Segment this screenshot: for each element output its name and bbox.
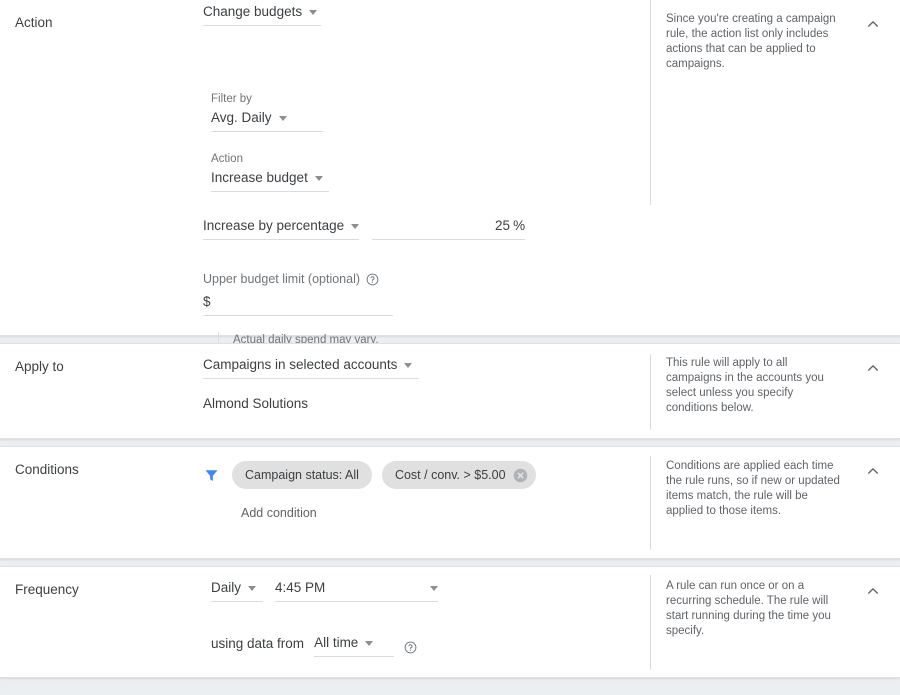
filter-by-label: Filter by <box>211 93 252 105</box>
apply-to-scope-value: Campaigns in selected accounts <box>203 357 398 372</box>
using-data-from-help[interactable] <box>404 641 417 657</box>
amount-row: Increase by percentage 25% <box>203 217 650 240</box>
amount-value-input[interactable]: 25% <box>372 217 526 240</box>
condition-chip-row: Campaign status: All Cost / conv. > $5.0… <box>203 461 650 489</box>
using-data-from-value: All time <box>314 635 359 650</box>
collapse-frequency-button[interactable] <box>862 580 884 602</box>
upper-budget-limit-input[interactable]: $ <box>203 293 393 316</box>
action-type-value: Increase budget <box>211 170 308 185</box>
upper-budget-limit-label: Upper budget limit (optional) <box>203 271 650 287</box>
action-type-select[interactable]: Increase budget <box>211 169 329 192</box>
chevron-down-icon <box>365 641 374 646</box>
chevron-down-icon <box>430 586 438 591</box>
section-action: Action Change budgets Filter by Avg. Dai… <box>0 0 900 349</box>
filter-by-select[interactable]: Avg. Daily <box>211 109 323 132</box>
chevron-down-icon <box>248 586 257 591</box>
remove-circle-icon[interactable] <box>512 467 529 484</box>
collapse-action-button[interactable] <box>862 13 884 35</box>
chevron-up-icon <box>868 588 878 594</box>
selected-account: Almond Solutions <box>203 396 309 411</box>
apply-to-help-text: This rule will apply to all campaigns in… <box>666 357 824 414</box>
chevron-down-icon <box>278 116 287 121</box>
help-circle-icon[interactable] <box>366 273 379 286</box>
collapse-conditions-button[interactable] <box>862 460 884 482</box>
amount-value-unit: % <box>513 218 526 233</box>
frequency-body: Daily 4:45 PM using data from All time <box>203 567 650 678</box>
using-data-from-label: using data from <box>211 636 305 651</box>
section-label-conditions: Conditions <box>15 462 79 477</box>
section-apply-to: Apply to Campaigns in selected accounts … <box>0 343 900 439</box>
apply-to-body: Campaigns in selected accounts Almond So… <box>203 344 650 439</box>
frequency-interval-value: Daily <box>211 580 242 595</box>
conditions-body: Campaign status: All Cost / conv. > $5.0… <box>203 447 650 559</box>
rule-editor-page: Action Change budgets Filter by Avg. Dai… <box>0 0 900 695</box>
chevron-up-icon <box>868 468 878 474</box>
frequency-help-text: A rule can run once or on a recurring sc… <box>666 580 831 637</box>
section-label-action: Action <box>15 15 53 30</box>
section-label-frequency: Frequency <box>15 582 79 597</box>
action-type-label: Action <box>211 153 243 165</box>
change-budgets-value: Change budgets <box>203 4 303 19</box>
apply-to-scope-select[interactable]: Campaigns in selected accounts <box>203 356 419 379</box>
amount-value-number: 25 <box>495 218 511 233</box>
condition-chip-campaign-status[interactable]: Campaign status: All <box>232 461 372 489</box>
frequency-help-panel: A rule can run once or on a recurring sc… <box>650 567 900 678</box>
frequency-interval-select[interactable]: Daily <box>211 579 263 602</box>
chevron-down-icon <box>309 10 318 15</box>
frequency-row: Daily 4:45 PM <box>203 579 650 602</box>
condition-chip-cost-per-conv[interactable]: Cost / conv. > $5.00 <box>381 461 536 489</box>
using-data-from-row: using data from All time <box>203 634 650 657</box>
conditions-help-panel: Conditions are applied each time the rul… <box>650 447 900 559</box>
conditions-help-text: Conditions are applied each time the rul… <box>666 460 840 517</box>
chevron-up-icon <box>868 365 878 371</box>
action-help-panel: Since you're creating a campaign rule, t… <box>650 0 900 336</box>
section-conditions: Conditions Campaign status: All Cost / c… <box>0 446 900 559</box>
chevron-down-icon <box>351 224 360 229</box>
help-circle-icon <box>404 641 417 654</box>
collapse-apply-to-button[interactable] <box>862 357 884 379</box>
help-divider <box>650 0 651 205</box>
frequency-time-value: 4:45 PM <box>275 580 326 595</box>
action-body: Change budgets Filter by Avg. Daily Acti… <box>203 0 650 349</box>
upper-budget-limit-label-text: Upper budget limit (optional) <box>203 272 361 286</box>
upper-budget-limit-group: Upper budget limit (optional) $ <box>203 271 650 316</box>
chevron-up-icon <box>868 21 878 27</box>
frequency-time-select[interactable]: 4:45 PM <box>275 579 438 602</box>
upper-budget-limit-value: $ <box>203 294 211 309</box>
action-help-text: Since you're creating a campaign rule, t… <box>666 13 836 70</box>
filter-funnel-icon[interactable] <box>203 467 220 484</box>
help-divider <box>650 456 651 550</box>
help-divider <box>650 354 651 430</box>
filter-by-value: Avg. Daily <box>211 110 272 125</box>
action-type-group: Action Increase budget <box>203 152 650 192</box>
section-label-apply-to: Apply to <box>15 359 64 374</box>
filter-by-group: Filter by Avg. Daily <box>203 92 650 132</box>
amount-type-select[interactable]: Increase by percentage <box>203 217 360 240</box>
chevron-down-icon <box>314 176 323 181</box>
amount-type-value: Increase by percentage <box>203 218 345 233</box>
apply-to-help-panel: This rule will apply to all campaigns in… <box>650 344 900 439</box>
condition-chip-label: Campaign status: All <box>245 468 359 482</box>
condition-chip-label: Cost / conv. > $5.00 <box>394 468 506 482</box>
change-budgets-select[interactable]: Change budgets <box>203 3 321 26</box>
using-data-from-select[interactable]: All time <box>314 634 395 657</box>
add-condition-button[interactable]: Add condition <box>241 505 650 521</box>
section-frequency: Frequency Daily 4:45 PM using data from <box>0 566 900 678</box>
chevron-down-icon <box>404 363 413 368</box>
help-divider <box>650 575 651 670</box>
